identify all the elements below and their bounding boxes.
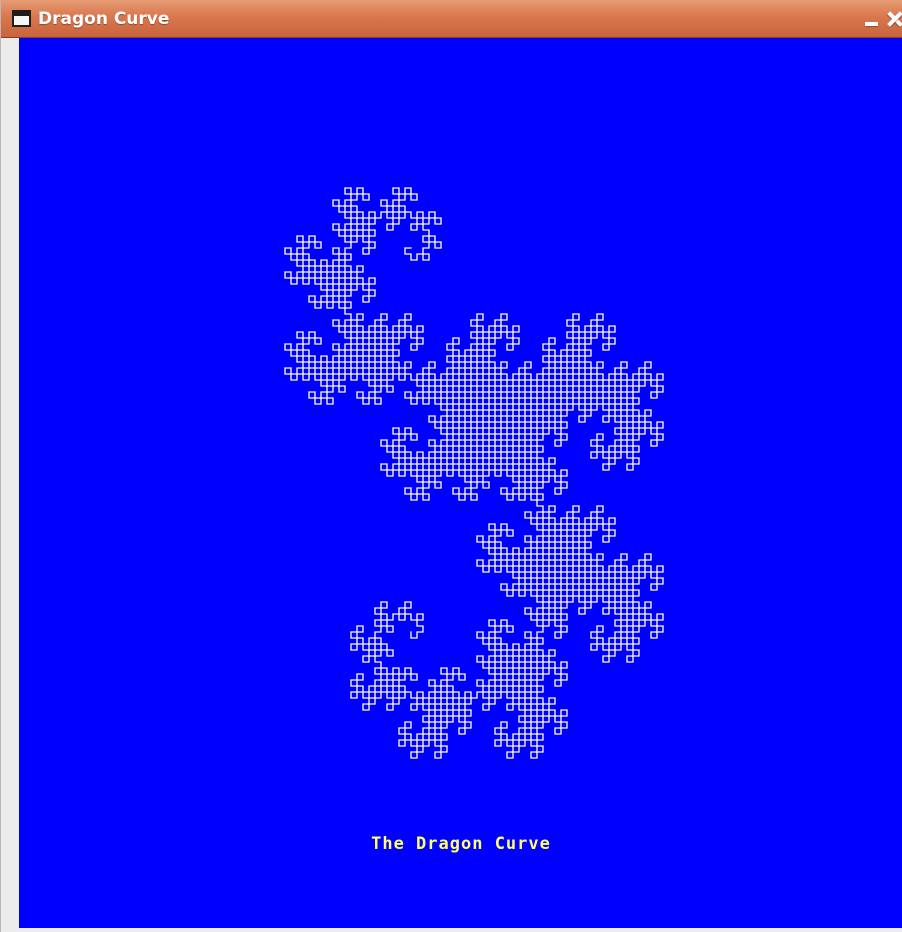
drawing-canvas: The Dragon Curve [19,38,902,928]
dragon-curve-path [284,187,664,759]
app-window: Dragon Curve The Dragon Curve [0,0,902,932]
title-bar[interactable]: Dragon Curve [1,0,902,38]
dragon-curve-drawing [284,187,664,759]
caption-text: The Dragon Curve [371,834,551,854]
close-icon[interactable] [885,10,902,28]
window-icon[interactable] [12,10,31,27]
minimize-icon[interactable] [863,10,881,28]
window-title: Dragon Curve [38,9,170,29]
